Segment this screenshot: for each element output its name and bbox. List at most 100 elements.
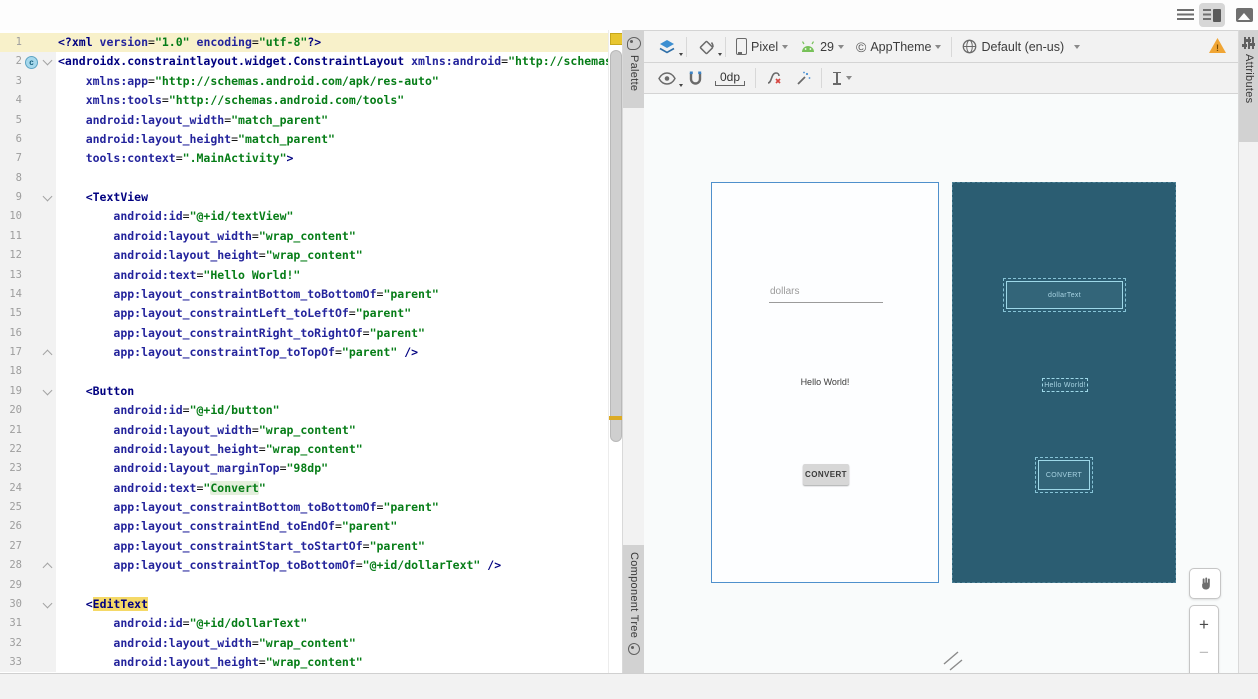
warning-indicator[interactable]: !: [1209, 38, 1226, 53]
palette-tab-label: Palette: [628, 55, 640, 91]
pan-tool-button[interactable]: [1189, 568, 1221, 599]
design-surface[interactable]: dollars Hello World! CONVERT dollarText …: [644, 94, 1238, 673]
code-token: =: [356, 558, 363, 572]
attributes-tab[interactable]: Attributes: [1239, 30, 1258, 142]
fold-slot: [40, 537, 56, 556]
zoom-out-button[interactable]: −: [1199, 646, 1209, 660]
fold-open-icon[interactable]: [43, 56, 53, 66]
gutter: 26: [0, 517, 56, 536]
guidelines-button[interactable]: [826, 66, 858, 90]
code-line[interactable]: 8: [0, 169, 609, 188]
code-line[interactable]: 28 app:layout_constraintTop_toBottomOf="…: [0, 556, 609, 575]
code-line[interactable]: 13 android:text="Hello World!": [0, 266, 609, 285]
design-preview[interactable]: dollars Hello World! CONVERT: [711, 182, 939, 583]
blueprint-preview[interactable]: dollarText Hello World! CONVERT: [952, 182, 1176, 583]
code-token: [58, 248, 113, 262]
constraintlayout-gutter-icon[interactable]: c: [25, 56, 38, 69]
code-line[interactable]: 17 app:layout_constraintTop_toTopOf="par…: [0, 343, 609, 362]
code-text: android:layout_width="wrap_content": [56, 634, 356, 653]
code-line[interactable]: 11 android:layout_width="wrap_content": [0, 227, 609, 246]
code-line[interactable]: 30 <EditText: [0, 595, 609, 614]
convert-button[interactable]: CONVERT: [803, 464, 849, 485]
gutter: 24: [0, 479, 56, 498]
gutter: 13: [0, 266, 56, 285]
autoconnect-toggle[interactable]: [682, 66, 709, 90]
blueprint-edittext[interactable]: dollarText: [1006, 281, 1123, 309]
code-line[interactable]: 22 android:layout_height="wrap_content": [0, 440, 609, 459]
device-selector[interactable]: Pixel: [730, 35, 794, 59]
code-line[interactable]: 25 app:layout_constraintBottom_toBottomO…: [0, 498, 609, 517]
design-surface-selector[interactable]: [652, 35, 682, 59]
code-line[interactable]: 1<?xml version="1.0" encoding="utf-8"?>: [0, 33, 609, 52]
code-line[interactable]: 4 xmlns:tools="http://schemas.android.co…: [0, 91, 609, 110]
default-margin-selector[interactable]: 0dp: [709, 66, 751, 90]
design-view-button[interactable]: [1231, 3, 1257, 27]
code-token: tools:context: [86, 151, 176, 165]
scrollbar-thumb[interactable]: [610, 50, 622, 442]
fold-open-icon[interactable]: [43, 192, 53, 202]
code-token: [58, 655, 113, 669]
editor-scrollbar[interactable]: [608, 30, 622, 673]
theme-selector[interactable]: © AppTheme: [850, 35, 947, 59]
code-line[interactable]: 2c<androidx.constraintlayout.widget.Cons…: [0, 52, 609, 71]
code-line[interactable]: 33 android:layout_height="wrap_content": [0, 653, 609, 672]
orientation-selector[interactable]: [691, 35, 721, 59]
clear-constraints-button[interactable]: [760, 66, 789, 90]
code-line[interactable]: 18: [0, 362, 609, 381]
code-line[interactable]: 10 android:id="@+id/textView": [0, 207, 609, 226]
fold-slot: [40, 459, 56, 478]
fold-open-icon[interactable]: [43, 598, 53, 608]
code-line[interactable]: 9 <TextView: [0, 188, 609, 207]
code-line[interactable]: 24 android:text="Convert": [0, 479, 609, 498]
line-number: 24: [0, 479, 22, 498]
code-line[interactable]: 19 <Button: [0, 382, 609, 401]
code-text: android:layout_height="wrap_content": [56, 440, 363, 459]
code-token: =: [148, 74, 155, 88]
code-line[interactable]: 3 xmlns:app="http://schemas.android.com/…: [0, 72, 609, 91]
code-line[interactable]: 27 app:layout_constraintStart_toStartOf=…: [0, 537, 609, 556]
code-line[interactable]: 14 app:layout_constraintBottom_toBottomO…: [0, 285, 609, 304]
fold-close-icon[interactable]: [43, 563, 53, 573]
blueprint-textview[interactable]: Hello World!: [1042, 378, 1088, 392]
code-line[interactable]: 26 app:layout_constraintEnd_toEndOf="par…: [0, 517, 609, 536]
code-editor[interactable]: 1<?xml version="1.0" encoding="utf-8"?>2…: [0, 30, 622, 673]
zoom-in-button[interactable]: +: [1199, 617, 1209, 633]
edittext-hint[interactable]: dollars: [770, 286, 799, 297]
code-text: app:layout_constraintTop_toTopOf="parent…: [56, 343, 418, 362]
blueprint-convert-button[interactable]: CONVERT: [1038, 460, 1090, 490]
code-line[interactable]: 15 app:layout_constraintLeft_toLeftOf="p…: [0, 304, 609, 323]
fold-slot: [40, 130, 56, 149]
code-line[interactable]: 12 android:layout_height="wrap_content": [0, 246, 609, 265]
code-line[interactable]: 16 app:layout_constraintRight_toRightOf=…: [0, 324, 609, 343]
code-line[interactable]: 5 android:layout_width="match_parent": [0, 111, 609, 130]
code-token: "match_parent": [231, 113, 328, 127]
locale-selector[interactable]: Default (en-us): [956, 35, 1086, 59]
code-line[interactable]: 6 android:layout_height="match_parent": [0, 130, 609, 149]
line-number: 15: [0, 304, 22, 323]
code-view-button[interactable]: [1172, 3, 1198, 27]
code-line[interactable]: 20 android:id="@+id/button": [0, 401, 609, 420]
textview-hello[interactable]: Hello World!: [712, 377, 938, 387]
code-line[interactable]: 23 android:layout_marginTop="98dp": [0, 459, 609, 478]
code-token: [58, 539, 113, 553]
code-line[interactable]: 32 android:layout_width="wrap_content": [0, 634, 609, 653]
code-token: =: [183, 616, 190, 630]
code-line[interactable]: 7 tools:context=".MainActivity">: [0, 149, 609, 168]
code-line[interactable]: 31 android:id="@+id/dollarText": [0, 614, 609, 633]
infer-constraints-button[interactable]: [789, 66, 817, 90]
canvas-resize-handle[interactable]: [942, 650, 968, 672]
palette-tab[interactable]: Palette: [623, 30, 645, 108]
view-options-button[interactable]: [652, 66, 682, 90]
toolbar-separator: [821, 68, 822, 88]
api-selector[interactable]: 29: [794, 35, 850, 59]
code-line[interactable]: 29: [0, 576, 609, 595]
line-number: 20: [0, 401, 22, 420]
gutter: 8: [0, 169, 56, 188]
toolbar-separator: [686, 37, 687, 57]
split-view-button[interactable]: [1199, 3, 1225, 27]
code-token: [58, 461, 113, 475]
component-tree-tab[interactable]: Component Tree: [623, 545, 645, 673]
code-line[interactable]: 21 android:layout_width="wrap_content": [0, 421, 609, 440]
fold-close-icon[interactable]: [43, 350, 53, 360]
fold-open-icon[interactable]: [43, 385, 53, 395]
